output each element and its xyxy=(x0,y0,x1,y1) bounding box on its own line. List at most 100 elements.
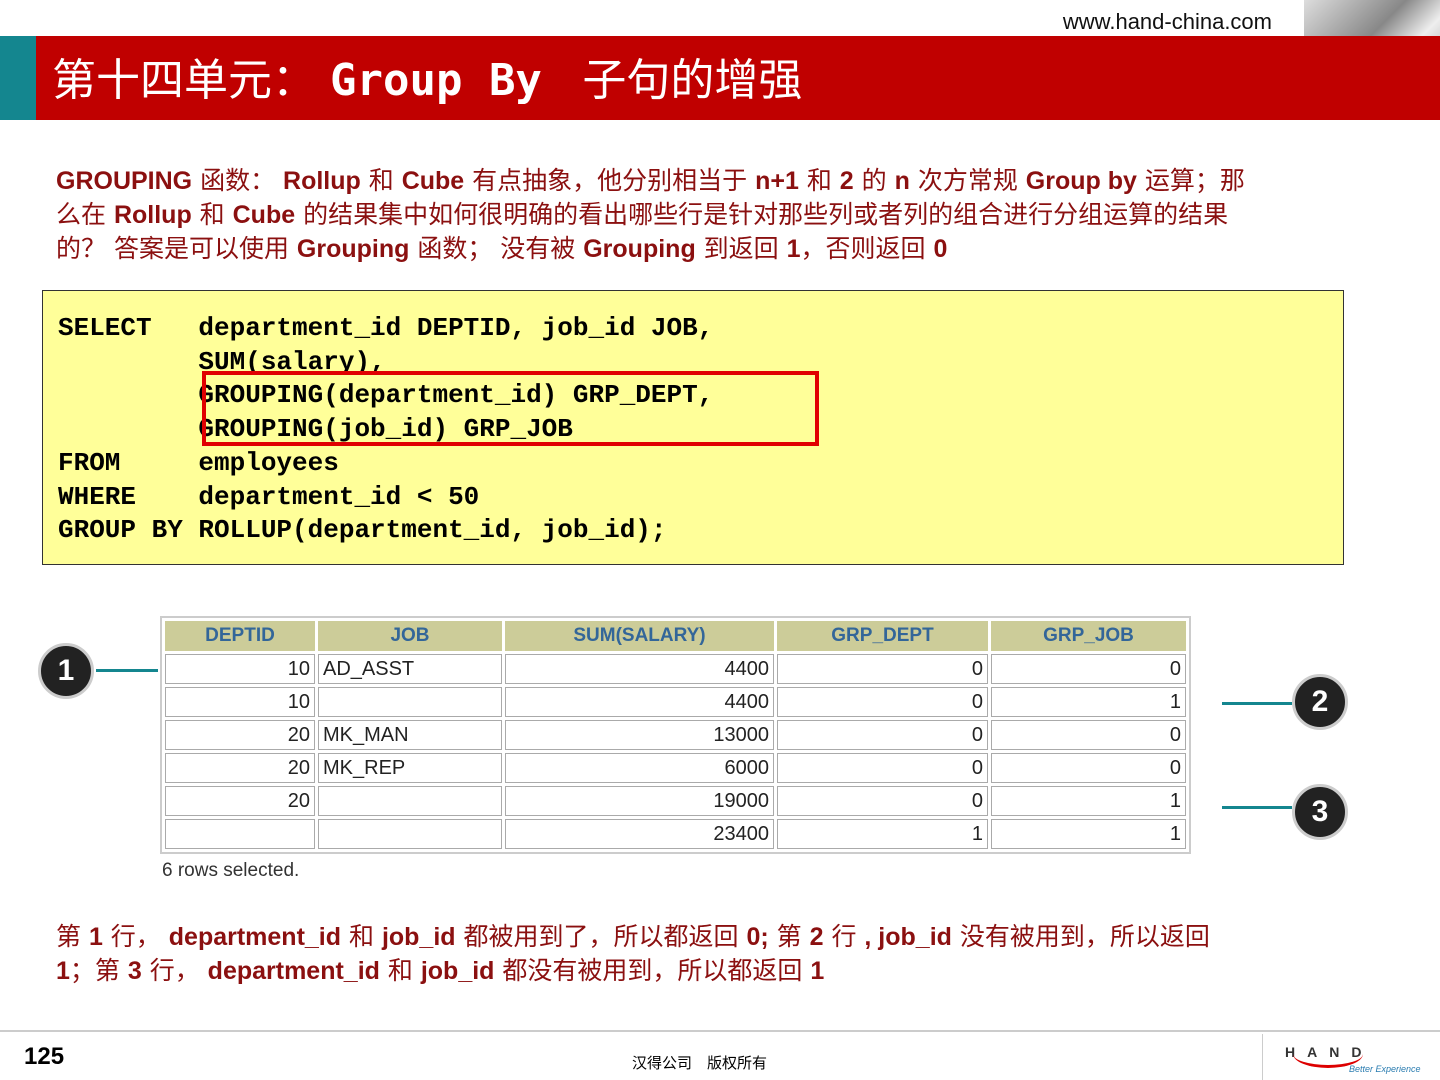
table-cell xyxy=(318,687,502,717)
text-segment: 都被用到了，所以都返回 xyxy=(455,922,747,951)
text-segment: 行 xyxy=(823,922,865,951)
table-cell: 0 xyxy=(777,786,988,816)
text-segment: job_id xyxy=(381,923,456,951)
text-segment: 函数； 没有被 xyxy=(409,234,584,263)
table-cell: 23400 xyxy=(505,819,774,849)
table-cell: 1 xyxy=(777,819,988,849)
column-header: GRP_JOB xyxy=(991,621,1186,651)
intro-paragraph: GROUPING 函数： Rollup 和 Cube 有点抽象，他分别相当于 n… xyxy=(56,164,1256,266)
text-segment: ，否则返回 xyxy=(800,234,934,263)
text-segment: 的 xyxy=(853,166,895,195)
title-en: Group By xyxy=(330,55,569,106)
text-segment: 和 xyxy=(191,200,233,229)
table-cell: 4400 xyxy=(505,687,774,717)
table-cell: 19000 xyxy=(505,786,774,816)
table-row: 20 MK_REP 6000 0 0 xyxy=(165,753,1186,783)
hand-logo: HAND Better Experience xyxy=(1262,1034,1440,1080)
table-cell: 0 xyxy=(991,720,1186,750)
text-segment: Group by xyxy=(1025,167,1137,195)
text-segment: Grouping xyxy=(296,235,410,263)
marker-2: 2 xyxy=(1292,674,1348,730)
text-segment: 第 xyxy=(768,922,810,951)
text-segment: 和 xyxy=(341,922,382,951)
text-segment: 1 xyxy=(56,957,70,985)
text-segment: 1 xyxy=(88,923,103,951)
copyright: 汉得公司 版权所有 xyxy=(632,1054,768,1072)
text-segment: Cube xyxy=(401,167,465,195)
page-title: 第十四单元： Group By 子句的增强 xyxy=(52,44,802,108)
table-row: 10 AD_ASST 4400 0 0 xyxy=(165,654,1186,684)
marker-1: 1 xyxy=(38,643,94,699)
text-segment: 次方常规 xyxy=(909,166,1026,195)
table-cell: 0 xyxy=(777,654,988,684)
text-segment: 有点抽象，他分别相当于 xyxy=(464,166,756,195)
table-cell: 1 xyxy=(991,819,1186,849)
text-segment: Rollup xyxy=(113,201,192,229)
table-cell: 20 xyxy=(165,720,315,750)
table-row: 10 4400 0 1 xyxy=(165,687,1186,717)
text-segment: 和 xyxy=(798,166,840,195)
text-segment: , job_id xyxy=(864,923,952,951)
table-cell: 20 xyxy=(165,786,315,816)
text-segment: Grouping xyxy=(583,235,696,263)
table-cell: 1 xyxy=(991,687,1186,717)
text-segment: 行， xyxy=(102,922,169,951)
text-segment: 没有被用到，所以返回 xyxy=(951,922,1210,951)
column-header: GRP_DEPT xyxy=(777,621,988,651)
title-cn: 第十四单元： xyxy=(52,55,330,106)
arrow-1 xyxy=(96,669,158,672)
text-segment: ；第 xyxy=(69,956,128,985)
text-segment: Cube xyxy=(232,201,296,229)
table-cell: 13000 xyxy=(505,720,774,750)
footer-divider xyxy=(0,1030,1440,1032)
text-segment: 0; xyxy=(746,923,769,951)
text-segment: n+1 xyxy=(755,167,799,195)
text-segment: 0 xyxy=(933,235,948,263)
table-cell: 20 xyxy=(165,753,315,783)
logo-tagline: Better Experience xyxy=(1349,1064,1421,1074)
table-row: 23400 1 1 xyxy=(165,819,1186,849)
text-segment: 1 xyxy=(810,957,825,985)
explanation-paragraph: 第 1 行， department_id 和 job_id 都被用到了，所以都返… xyxy=(56,920,1256,988)
column-header: DEPTID xyxy=(165,621,315,651)
site-url: www.hand-china.com xyxy=(1062,9,1272,34)
result-table: DEPTID JOB SUM(SALARY) GRP_DEPT GRP_JOB 10 AD_… xyxy=(160,616,1191,854)
title-accent xyxy=(0,36,36,120)
table-cell: MK_REP xyxy=(318,753,502,783)
table-cell xyxy=(165,819,315,849)
text-segment: 到返回 xyxy=(695,234,787,263)
code-line: WHERE department_id < 50 xyxy=(58,481,480,512)
highlight-box xyxy=(202,371,819,446)
table-row: 20 19000 0 1 xyxy=(165,786,1186,816)
code-line: GROUP BY ROLLUP(department_id, job_id); xyxy=(58,515,667,546)
text-segment: 都没有被用到，所以都返回 xyxy=(494,956,811,985)
text-segment: n xyxy=(894,167,910,195)
code-line: FROM employees xyxy=(58,447,339,478)
table-cell: MK_MAN xyxy=(318,720,502,750)
text-segment: department_id xyxy=(168,923,342,951)
column-header: SUM(SALARY) xyxy=(505,621,774,651)
marker-3: 3 xyxy=(1292,784,1348,840)
text-segment: 2 xyxy=(839,167,854,195)
text-segment: Rollup xyxy=(283,167,361,195)
text-segment: 和 xyxy=(360,166,402,195)
text-segment: GROUPING xyxy=(56,167,193,195)
table-row: 20 MK_MAN 13000 0 0 xyxy=(165,720,1186,750)
text-segment: 2 xyxy=(809,923,824,951)
text-segment: 函数： xyxy=(192,166,284,195)
table-cell: 0 xyxy=(777,720,988,750)
page-number: 125 xyxy=(24,1043,65,1070)
title-cn2: 子句的增强 xyxy=(568,55,803,106)
arrow-3 xyxy=(1222,806,1292,809)
table-cell: AD_ASST xyxy=(318,654,502,684)
text-segment: 3 xyxy=(127,957,142,985)
text-segment: department_id xyxy=(207,957,380,985)
table-cell: 0 xyxy=(777,753,988,783)
arrow-2 xyxy=(1222,702,1292,705)
table-cell xyxy=(318,786,502,816)
table-cell: 4400 xyxy=(505,654,774,684)
table-cell: 1 xyxy=(991,786,1186,816)
table-cell: 0 xyxy=(991,654,1186,684)
table-cell: 0 xyxy=(777,687,988,717)
table-cell: 0 xyxy=(991,753,1186,783)
